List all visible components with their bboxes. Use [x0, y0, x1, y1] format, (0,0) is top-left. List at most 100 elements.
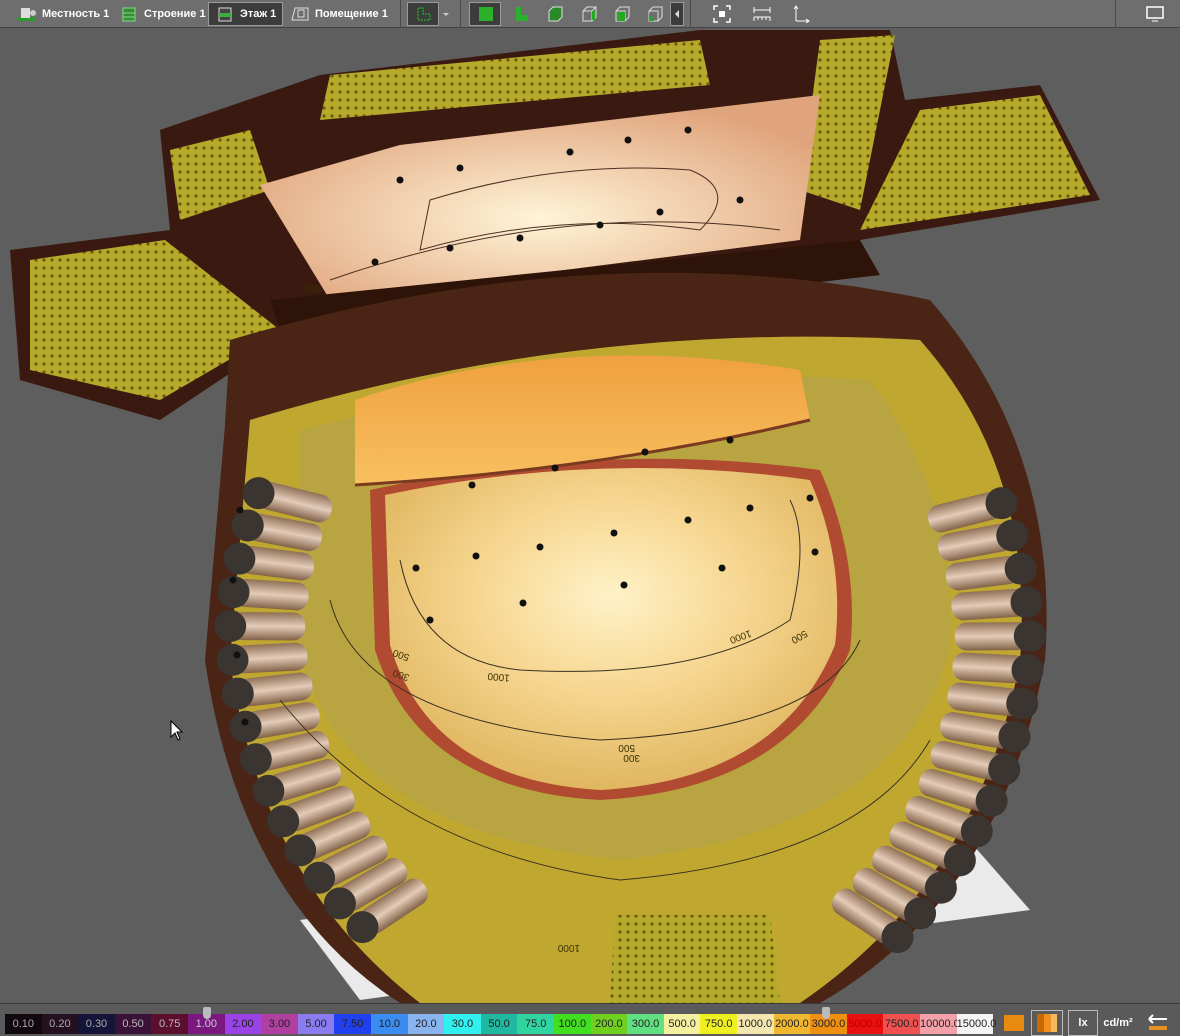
swap-button[interactable] — [1144, 1010, 1172, 1036]
dropdown-arrow-icon[interactable] — [440, 2, 454, 26]
scene-render[interactable]: 500 300 1000 1000 500 300 300 500 1000 — [0, 28, 1180, 1003]
monitor-button[interactable] — [1138, 2, 1170, 26]
luminaire — [519, 599, 527, 607]
column-cap — [252, 774, 285, 807]
legend-min-slider[interactable] — [203, 1007, 211, 1019]
fit-view-button[interactable] — [705, 2, 735, 26]
measure-button[interactable] — [745, 2, 777, 26]
luminaire — [811, 548, 819, 556]
column-cap — [323, 887, 356, 920]
legend-cell: 5.00 — [297, 1014, 335, 1034]
tab-floor[interactable]: Этаж 1 — [208, 2, 284, 26]
tab-label: Этаж 1 — [240, 8, 277, 20]
legend-cell: 200.0 — [590, 1014, 628, 1034]
legend-cell: 0.10 — [5, 1014, 42, 1034]
axes-button[interactable] — [785, 2, 815, 26]
luminaire — [641, 448, 649, 456]
column-cap — [996, 519, 1029, 552]
divider — [690, 0, 691, 28]
column-cap — [229, 710, 262, 743]
legend-cell: 15000.0 — [956, 1014, 996, 1034]
contour-label: 1000 — [487, 670, 511, 683]
luminaire — [596, 221, 604, 229]
tab-room[interactable]: Помещение 1 — [283, 2, 395, 26]
cube-green-button[interactable] — [538, 2, 568, 26]
luminaire — [551, 464, 559, 472]
legend-cell: 3.00 — [261, 1014, 298, 1034]
collapse-arrow-button[interactable] — [670, 2, 684, 26]
tab-label: Местность 1 — [42, 8, 110, 20]
legend-cell: 20.0 — [407, 1014, 445, 1034]
legend-cell: 300.0 — [627, 1014, 664, 1034]
luminaire — [610, 529, 618, 537]
banded-mode-button[interactable] — [1031, 1010, 1063, 1036]
luminaire — [456, 164, 464, 172]
unit-lx-button[interactable]: lx — [1068, 1010, 1098, 1036]
legend-cell: 7500.0 — [883, 1014, 920, 1034]
legend-cell: 7.50 — [334, 1014, 371, 1034]
column-cap — [346, 911, 379, 944]
luminaire — [736, 196, 744, 204]
legend-cell: 1000.0 — [737, 1014, 774, 1034]
cube-wire-button[interactable] — [572, 2, 602, 26]
luminaire — [746, 504, 754, 512]
tab-building[interactable]: Строение 1 — [112, 2, 213, 26]
column-cap — [239, 743, 272, 776]
contour-label: 300 — [623, 752, 640, 763]
layout-icon — [414, 5, 434, 23]
solid-view-button[interactable] — [469, 2, 501, 26]
layout-button[interactable] — [407, 2, 439, 26]
mouse-cursor-icon — [170, 719, 184, 741]
axes-icon — [792, 5, 812, 24]
floor-plan-button[interactable] — [505, 2, 535, 26]
legend-cell: 5000.0 — [846, 1014, 884, 1034]
building-icon — [119, 5, 139, 23]
luminaire — [446, 244, 454, 252]
luminaire — [718, 564, 726, 572]
terrain-icon — [17, 5, 37, 23]
contour-label: 500 — [618, 742, 635, 753]
legend-cell: 75.0 — [517, 1014, 554, 1034]
legend-cell: 30.0 — [444, 1014, 481, 1034]
column-cap — [284, 834, 317, 867]
luminaire — [371, 258, 379, 266]
column-cap — [985, 487, 1018, 520]
floor-plan-icon — [512, 5, 532, 23]
legend-cell: 0.75 — [151, 1014, 188, 1034]
luminaire — [516, 234, 524, 242]
legend-cell: 2000.0 — [773, 1014, 811, 1034]
gradient-mode-button[interactable] — [1000, 1010, 1028, 1036]
luminaire — [806, 494, 814, 502]
column-cap — [924, 871, 957, 904]
rear-seating-block — [610, 915, 780, 1003]
column-cap — [214, 610, 247, 643]
luminaire — [396, 176, 404, 184]
luminaire — [241, 718, 249, 726]
column-cap — [943, 844, 976, 877]
column-cap — [242, 477, 275, 510]
column-cap — [988, 753, 1021, 786]
cube-corner-button[interactable] — [638, 2, 668, 26]
floor-icon — [215, 5, 235, 23]
column-cap — [960, 815, 993, 848]
luminaire — [684, 516, 692, 524]
luminaire — [236, 506, 244, 514]
tab-terrain[interactable]: Местность 1 — [10, 2, 116, 26]
toolbar: Местность 1 Строение 1 Этаж 1 Помещение … — [0, 0, 1180, 28]
unit-cd-button[interactable]: cd/m² — [1100, 1010, 1136, 1036]
legend-cell: 0.20 — [41, 1014, 79, 1034]
cube-corner-icon — [645, 5, 665, 23]
column-cap — [1006, 687, 1039, 720]
3d-viewport[interactable]: 500 300 1000 1000 500 300 300 500 1000 — [0, 28, 1180, 1003]
divider — [1115, 0, 1116, 28]
column-cap — [975, 784, 1008, 817]
column-cap — [267, 805, 300, 838]
column-cap — [221, 677, 254, 710]
luminaire — [566, 148, 574, 156]
swap-icon — [1148, 1014, 1167, 1030]
gradient-icon — [1004, 1015, 1024, 1031]
legend-max-slider[interactable] — [822, 1007, 830, 1019]
banded-icon — [1037, 1014, 1057, 1032]
contour-label: 300 — [303, 282, 320, 293]
cube-side-button[interactable] — [605, 2, 635, 26]
